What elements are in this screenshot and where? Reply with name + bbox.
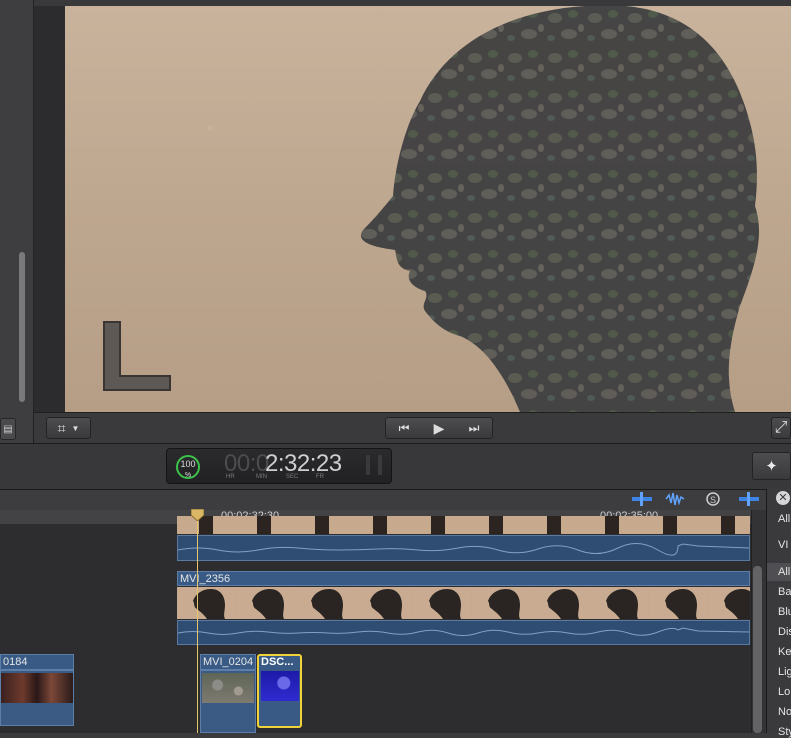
toolbar — [0, 443, 791, 490]
clip-0184[interactable] — [0, 670, 74, 726]
filmstrip-frame — [295, 587, 353, 619]
next-edit-button[interactable]: ⏭ — [456, 418, 492, 438]
snapping-icon[interactable] — [737, 492, 761, 506]
overlay-letter-text: L — [65, 6, 66, 7]
pause-icon — [366, 455, 382, 475]
filmstrip-frame — [531, 587, 589, 619]
watermark-letter — [102, 320, 172, 392]
filmstrip-frame — [590, 587, 648, 619]
clip-dsc-selected[interactable]: DSC... — [257, 654, 302, 728]
filmstrip-frame — [708, 587, 750, 619]
clip-mvi-0204[interactable] — [200, 670, 256, 733]
upper-clip-filmstrip[interactable] — [177, 516, 750, 534]
browser-item-keying[interactable]: Ke — [778, 646, 791, 658]
magic-wand-button[interactable]: ✦ — [752, 452, 791, 480]
filmstrip-frame — [413, 587, 471, 619]
chevron-down-icon: ▼ — [71, 423, 80, 433]
timecode-digits: 2:32:23 — [265, 450, 342, 477]
browser-item-looks[interactable]: Lo — [778, 686, 791, 698]
browser-item-all[interactable]: All — [778, 566, 791, 578]
browser-item-video[interactable]: VI — [778, 539, 791, 551]
sidebar-scrollbar[interactable] — [19, 252, 25, 402]
left-sidebar — [0, 0, 34, 443]
transform-menu-button[interactable]: ⌗ ▼ — [46, 417, 91, 439]
browser-item-distortion[interactable]: Dis — [778, 626, 791, 638]
percent-sign: % — [184, 472, 192, 479]
clip-title-mvi-2356[interactable]: MVI_2356 — [177, 571, 750, 586]
filmstrip-frame — [354, 587, 412, 619]
browser-item-nostalgia[interactable]: No — [778, 706, 791, 718]
filmstrip-frame — [236, 587, 294, 619]
playhead[interactable] — [197, 516, 198, 733]
crop-icon: ⌗ — [57, 419, 66, 436]
timecode-unit-fr: FR — [316, 474, 324, 480]
main-clip-audio[interactable] — [177, 620, 750, 645]
zoom-percent: 100 — [180, 459, 196, 469]
timecode-unit-sec: SEC — [286, 474, 299, 480]
browser-item-basics[interactable]: Ba — [778, 586, 791, 598]
audio-skimming-icon[interactable] — [664, 492, 688, 506]
timecode-unit-hr: HR — [226, 474, 235, 480]
clip-dsc-thumbnail — [261, 671, 299, 701]
clip-title-mvi-0204[interactable]: MVI_0204 — [200, 654, 256, 670]
filmstrip-frame — [177, 587, 235, 619]
video-frame: L — [65, 6, 791, 412]
svg-text:S: S — [710, 495, 716, 505]
timeline-scrollbar[interactable] — [753, 566, 762, 733]
sidebar-toggle-icon[interactable]: ▤ — [0, 418, 16, 440]
browser-item-all-header[interactable]: All — [778, 513, 791, 525]
clip-mvi-0204-thumbnail — [202, 673, 254, 703]
filmstrip-frame — [649, 587, 707, 619]
profile-silhouette — [360, 6, 760, 412]
fullscreen-icon[interactable]: ⤢ — [771, 417, 791, 439]
browser-item-blur[interactable]: Blu — [778, 606, 791, 618]
play-button[interactable]: ▶ — [422, 418, 456, 438]
clip-title-0184[interactable]: 0184 — [0, 654, 74, 670]
magic-wand-icon: ✦ — [765, 458, 778, 475]
browser-item-stylize[interactable]: Sty — [778, 726, 791, 738]
filmstrip-frame — [472, 587, 530, 619]
main-clip-filmstrip[interactable] — [177, 587, 750, 619]
clip-0184-thumbnail — [1, 673, 73, 703]
close-icon[interactable]: ✕ — [776, 491, 790, 505]
clip-title-dsc: DSC... — [261, 656, 294, 668]
playhead-handle-icon[interactable] — [191, 509, 204, 521]
upper-clip-audio[interactable] — [177, 535, 750, 561]
timecode-unit-min: MIN — [256, 474, 267, 480]
browser-item-light[interactable]: Lig — [778, 666, 791, 678]
video-skimming-icon[interactable] — [630, 492, 654, 506]
previous-edit-button[interactable]: ⏮ — [386, 418, 422, 438]
solo-icon[interactable]: S — [702, 491, 724, 507]
